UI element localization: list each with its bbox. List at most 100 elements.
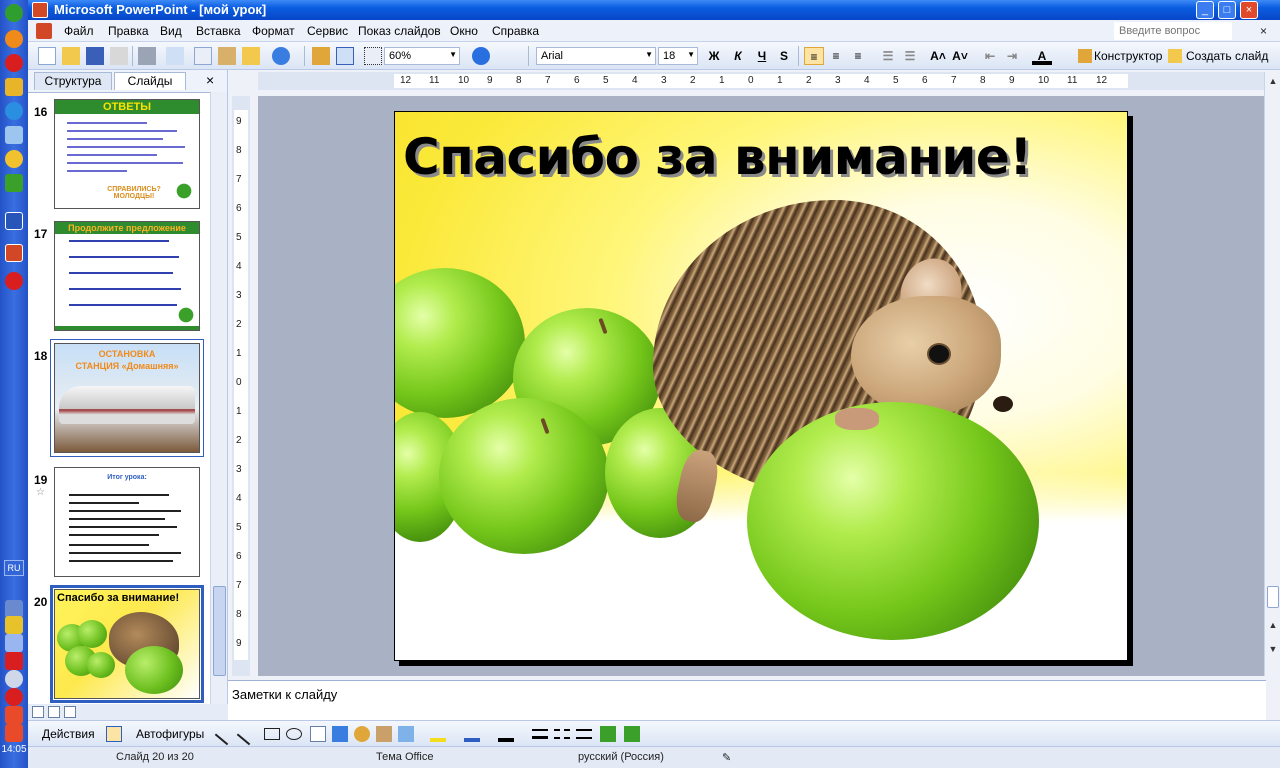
scrollbar-thumb[interactable] — [1267, 586, 1279, 608]
slideshow-view-icon[interactable] — [64, 706, 76, 718]
current-slide[interactable]: Спасибо за внимание! — [394, 111, 1128, 661]
print-icon[interactable] — [138, 47, 156, 65]
sorter-view-icon[interactable] — [48, 706, 60, 718]
increase-indent-icon[interactable]: ⇥ — [1002, 47, 1022, 65]
copy-icon[interactable] — [194, 47, 212, 65]
bold-button[interactable]: Ж — [704, 47, 724, 65]
menu-window[interactable]: Окно — [450, 24, 478, 38]
line-style-icon[interactable] — [532, 729, 548, 739]
slide-thumbnail-20[interactable]: Спасибо за внимание! — [50, 585, 204, 703]
app-icon[interactable] — [5, 174, 23, 192]
bolt-icon[interactable] — [5, 78, 23, 96]
zoom-combo[interactable]: 60% ▼ — [384, 47, 460, 65]
normal-view-icon[interactable] — [32, 706, 44, 718]
bullet-list-icon[interactable]: ☰ — [900, 47, 920, 65]
new-file-icon[interactable] — [38, 47, 56, 65]
grid-icon[interactable] — [364, 47, 382, 65]
ie-icon[interactable] — [5, 102, 23, 120]
font-size-combo[interactable]: 18 ▼ — [658, 47, 698, 65]
menu-file[interactable]: Файл — [64, 24, 94, 38]
paste-icon[interactable] — [218, 47, 236, 65]
designer-icon[interactable] — [1078, 49, 1092, 63]
spelling-icon[interactable] — [166, 47, 184, 65]
arrow-icon[interactable] — [236, 722, 260, 746]
menu-slideshow[interactable]: Показ слайдов — [358, 24, 441, 38]
menu-edit[interactable]: Правка — [108, 24, 149, 38]
permission-icon[interactable] — [110, 47, 128, 65]
decrease-indent-icon[interactable]: ⇤ — [980, 47, 1000, 65]
tab-outline[interactable]: Структура — [34, 72, 112, 90]
dash-style-icon[interactable] — [554, 729, 570, 739]
actions-menu[interactable]: Действия — [42, 727, 95, 741]
slides-panel-scrollbar[interactable] — [210, 92, 227, 704]
underline-button[interactable]: Ч — [752, 47, 772, 65]
format-painter-icon[interactable] — [242, 47, 260, 65]
shadow-icon[interactable] — [600, 726, 616, 742]
language-indicator[interactable]: RU — [4, 560, 24, 576]
open-folder-icon[interactable] — [62, 47, 80, 65]
line-icon[interactable] — [214, 722, 238, 746]
firefox-icon[interactable] — [5, 30, 23, 48]
tray-acrobat-icon[interactable] — [5, 688, 23, 706]
opera-taskbar-icon[interactable] — [5, 272, 23, 290]
table-icon[interactable] — [336, 47, 354, 65]
notes-pane[interactable]: Заметки к слайду — [228, 680, 1266, 720]
new-slide-button[interactable]: Создать слайд — [1186, 49, 1268, 63]
slide-title[interactable]: Спасибо за внимание! — [403, 128, 1032, 186]
shadow-button[interactable]: S — [774, 47, 794, 65]
3d-icon[interactable] — [624, 726, 640, 742]
textbox-icon[interactable] — [310, 726, 326, 742]
tray-shield-icon[interactable] — [5, 706, 23, 724]
scrollbar-thumb[interactable] — [213, 586, 226, 676]
document-close-button[interactable]: × — [1260, 24, 1267, 38]
align-right-icon[interactable]: ≡ — [848, 47, 868, 65]
font-color-button[interactable]: A — [1032, 47, 1052, 65]
menu-tools[interactable]: Сервис — [307, 24, 348, 38]
picture-icon[interactable] — [398, 726, 414, 742]
increase-font-button[interactable]: A˄ — [928, 47, 948, 65]
chrome-icon[interactable] — [5, 150, 23, 168]
menu-help[interactable]: Справка — [492, 24, 539, 38]
tray-antivirus-icon[interactable] — [5, 652, 23, 670]
save-icon[interactable] — [86, 47, 104, 65]
tab-slides[interactable]: Слайды — [114, 72, 186, 90]
menu-format[interactable]: Формат — [252, 24, 295, 38]
slide-thumbnail-17[interactable]: Продолжите предложение — [54, 221, 200, 331]
designer-button[interactable]: Конструктор — [1094, 49, 1162, 63]
menu-insert[interactable]: Вставка — [196, 24, 241, 38]
powerpoint-app-icon[interactable] — [32, 2, 48, 18]
new-slide-icon[interactable] — [1168, 49, 1182, 63]
diagram-icon[interactable] — [354, 726, 370, 742]
help-icon[interactable] — [472, 47, 490, 65]
tray-gift-icon[interactable] — [5, 724, 23, 742]
fill-color-icon[interactable] — [430, 726, 446, 742]
slide-scrollbar[interactable]: ▲ ▲ ▼ — [1264, 72, 1280, 676]
document-icon[interactable] — [36, 23, 52, 39]
font-color-icon[interactable] — [498, 726, 514, 742]
maximize-button[interactable]: □ — [1218, 1, 1236, 19]
oval-icon[interactable] — [286, 728, 302, 740]
start-icon[interactable] — [5, 4, 23, 22]
scroll-up-icon[interactable]: ▲ — [1266, 74, 1280, 88]
tray-volume-icon[interactable] — [5, 634, 23, 652]
next-slide-icon[interactable]: ▼ — [1266, 642, 1280, 656]
slide-thumbnail-19[interactable]: Итог урока: — [54, 467, 200, 577]
align-left-icon[interactable]: ≡ — [804, 47, 824, 65]
word-icon[interactable] — [5, 212, 23, 230]
italic-button[interactable]: К — [728, 47, 748, 65]
align-center-icon[interactable]: ≡ — [826, 47, 846, 65]
clipart-icon[interactable] — [376, 726, 392, 742]
select-pointer-icon[interactable] — [106, 726, 122, 742]
panel-close-button[interactable]: × — [206, 72, 214, 88]
line-color-icon[interactable] — [464, 726, 480, 742]
tray-star-icon[interactable] — [5, 616, 23, 634]
arrow-style-icon[interactable] — [576, 729, 592, 739]
decrease-font-button[interactable]: A˅ — [950, 47, 970, 65]
numbered-list-icon[interactable]: ☰ — [878, 47, 898, 65]
rectangle-icon[interactable] — [264, 728, 280, 740]
powerpoint-icon[interactable] — [5, 244, 23, 262]
opera-icon[interactable] — [5, 54, 23, 72]
close-button[interactable]: × — [1240, 1, 1258, 19]
chart-icon[interactable] — [312, 47, 330, 65]
desktop-icon[interactable] — [5, 126, 23, 144]
